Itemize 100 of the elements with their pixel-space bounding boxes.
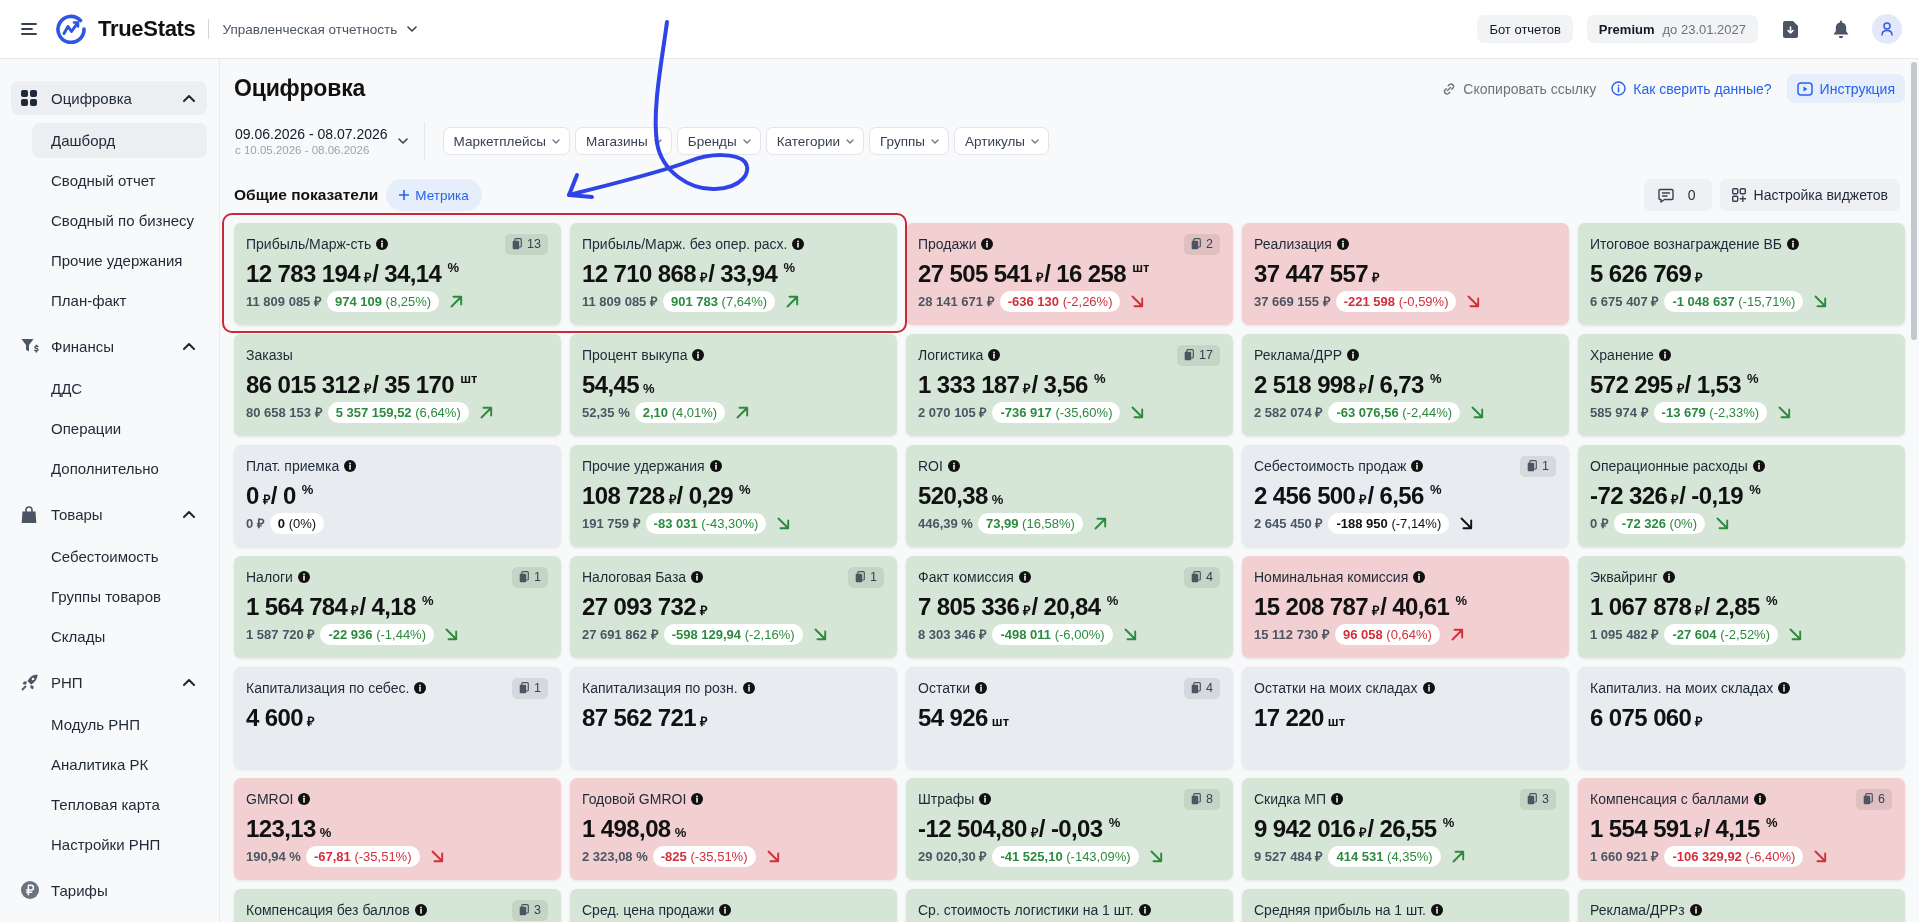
info-icon[interactable] <box>1662 571 1675 583</box>
sidebar-item[interactable]: Тепловая карта <box>32 787 207 822</box>
linked-count-badge[interactable]: 1 <box>512 677 548 699</box>
sidebar-item[interactable]: ДДС <box>32 371 207 406</box>
comments-button[interactable]: 0 <box>1643 179 1712 211</box>
bell-icon[interactable] <box>1832 19 1850 39</box>
info-icon[interactable] <box>719 904 732 916</box>
sidebar-group[interactable]: Оцифровка <box>11 81 207 115</box>
info-icon[interactable] <box>1331 793 1344 805</box>
plan-button[interactable]: Premium до 23.01.2027 <box>1586 15 1758 43</box>
linked-count-badge[interactable]: 6 <box>1856 788 1892 810</box>
sidebar-item[interactable]: Аналитика РК <box>32 747 207 782</box>
sidebar-item[interactable]: Дашборд <box>32 123 207 158</box>
date-range-picker[interactable]: 09.06.2026 - 08.07.2026 с 10.05.2026 - 08.06.2026 <box>234 125 408 157</box>
info-icon[interactable] <box>1138 904 1151 916</box>
info-icon[interactable] <box>1752 460 1765 472</box>
add-metric-button[interactable]: Метрика <box>386 179 482 211</box>
chevron-up-icon[interactable] <box>183 342 195 350</box>
info-icon[interactable] <box>692 349 705 361</box>
info-icon[interactable] <box>691 793 704 805</box>
sidebar-item[interactable]: Модуль РНП <box>32 707 207 742</box>
chevron-up-icon[interactable] <box>183 678 195 686</box>
linked-count-badge[interactable]: 4 <box>1184 566 1220 588</box>
info-icon[interactable] <box>298 793 311 805</box>
linked-count-badge[interactable]: 8 <box>1184 788 1220 810</box>
info-icon[interactable] <box>1413 571 1426 583</box>
linked-count-badge[interactable]: 17 <box>1177 344 1220 366</box>
change-value: -188 950 (-7,14%) <box>1328 512 1450 534</box>
sidebar-item[interactable]: Сводный по бизнесу <box>32 203 207 238</box>
sidebar-item[interactable]: План-факт <box>32 283 207 318</box>
filter-dropdown[interactable]: Группы <box>869 127 949 155</box>
info-icon[interactable] <box>1689 904 1702 916</box>
info-icon[interactable] <box>1018 571 1031 583</box>
chevron-up-icon[interactable] <box>183 94 195 102</box>
filter-dropdown[interactable]: Артикулы <box>954 127 1050 155</box>
info-icon[interactable] <box>1658 349 1671 361</box>
linked-count-badge[interactable]: 13 <box>505 233 548 255</box>
info-icon[interactable] <box>376 238 389 250</box>
filter-dropdown[interactable]: Маркетплейсы <box>442 127 570 155</box>
info-icon[interactable] <box>691 571 704 583</box>
sidebar-item[interactable]: Себестоимость <box>32 539 207 574</box>
info-icon[interactable] <box>414 682 427 694</box>
info-icon[interactable] <box>981 238 994 250</box>
metric-title: Капитализация по себес. <box>246 680 410 696</box>
linked-count-badge[interactable]: 2 <box>1184 233 1220 255</box>
user-icon[interactable] <box>1872 14 1902 44</box>
download-icon[interactable] <box>1783 20 1798 38</box>
linked-count-badge[interactable]: 3 <box>512 899 548 921</box>
sidebar-item[interactable]: Сводный отчет <box>32 163 207 198</box>
info-icon[interactable] <box>1411 460 1424 472</box>
help-link[interactable]: Как сверить данные? <box>1611 80 1772 97</box>
filter-dropdown[interactable]: Магазины <box>575 127 672 155</box>
info-icon[interactable] <box>414 904 427 916</box>
sidebar-item[interactable]: Склады <box>32 619 207 654</box>
info-icon[interactable] <box>1431 904 1443 916</box>
sidebar-group[interactable]: Финансы <box>11 329 207 363</box>
info-icon[interactable] <box>947 460 960 472</box>
info-icon[interactable] <box>297 571 310 583</box>
copy-icon <box>1527 793 1538 805</box>
sidebar-group[interactable]: Тарифы <box>11 873 207 907</box>
info-icon[interactable] <box>1347 349 1360 361</box>
filter-dropdown[interactable]: Категории <box>765 127 865 155</box>
info-icon[interactable] <box>988 349 1001 361</box>
instruction-button[interactable]: Инструкция <box>1786 74 1905 103</box>
scrollbar[interactable] <box>1911 62 1917 340</box>
info-icon[interactable] <box>1753 793 1766 805</box>
linked-count-badge[interactable]: 3 <box>1520 788 1556 810</box>
sidebar-item[interactable]: Операции <box>32 411 207 446</box>
info-icon[interactable] <box>709 460 722 472</box>
workspace-dropdown[interactable]: Управленческая отчетность <box>222 21 418 37</box>
widget-settings-button[interactable]: Настройка виджетов <box>1719 179 1900 211</box>
chevron-up-icon[interactable] <box>183 510 195 518</box>
sidebar-group[interactable]: РНП <box>11 665 207 699</box>
info-icon[interactable] <box>1422 682 1435 694</box>
info-icon[interactable] <box>975 682 987 694</box>
sidebar-group[interactable]: Товары <box>11 497 207 531</box>
linked-count-badge[interactable]: 1 <box>512 566 548 588</box>
info-icon[interactable] <box>1787 238 1800 250</box>
info-icon[interactable] <box>344 460 357 472</box>
info-icon[interactable] <box>1778 682 1791 694</box>
sidebar-item[interactable]: Настройки РНП <box>32 827 207 862</box>
copy-icon <box>519 571 530 583</box>
filter-dropdown[interactable]: Бренды <box>676 127 761 155</box>
menu-icon[interactable] <box>21 23 37 35</box>
metric-title: Реклама/ДРР <box>1254 347 1343 363</box>
linked-count-badge[interactable]: 4 <box>1184 677 1220 699</box>
info-icon[interactable] <box>792 238 805 250</box>
logo-icon[interactable] <box>56 14 86 44</box>
sidebar-item[interactable]: Группы товаров <box>32 579 207 614</box>
caret-down-icon <box>742 138 751 144</box>
sidebar-item[interactable]: Прочие удержания <box>32 243 207 278</box>
linked-count-badge[interactable]: 1 <box>848 566 884 588</box>
previous-value: 2 582 074 ₽ <box>1254 404 1324 421</box>
copy-link[interactable]: Скопировать ссылку <box>1442 80 1597 97</box>
sidebar-item[interactable]: Дополнительно <box>32 451 207 486</box>
info-icon[interactable] <box>1336 238 1349 250</box>
linked-count-badge[interactable]: 1 <box>1520 455 1556 477</box>
bot-button[interactable]: Бот отчетов <box>1477 15 1573 43</box>
info-icon[interactable] <box>742 682 755 694</box>
info-icon[interactable] <box>979 793 992 805</box>
